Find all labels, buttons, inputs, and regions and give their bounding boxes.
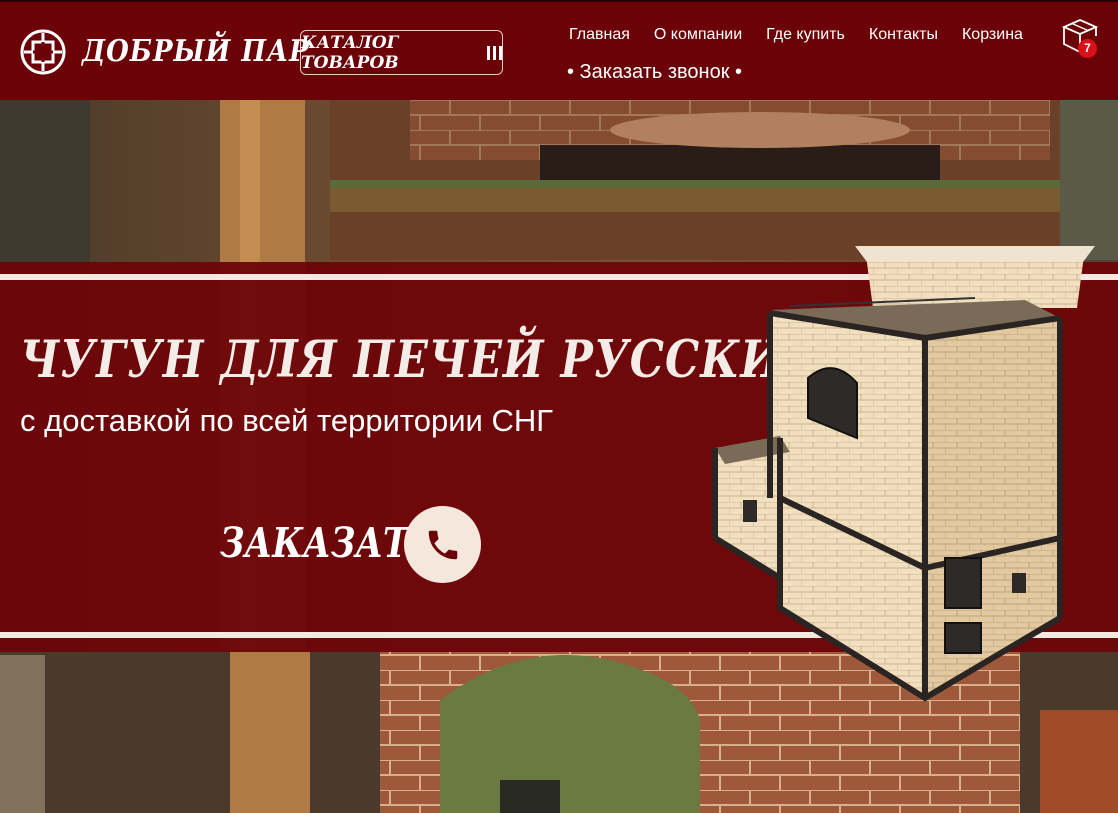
call-button[interactable] — [404, 506, 481, 583]
nav-link-home[interactable]: Главная — [569, 26, 630, 44]
logo-text: ДОБРЫЙ ПАР — [82, 34, 310, 70]
catalog-button-label: КАТАЛОГ ТОВАРОВ — [301, 32, 399, 73]
hero-subtitle: с доставкой по всей территории СНГ — [20, 403, 554, 438]
cart-count-badge: 7 — [1078, 39, 1097, 58]
nav-link-contacts[interactable]: Контакты — [869, 26, 938, 44]
phone-icon — [428, 530, 457, 559]
catalog-button[interactable]: КАТАЛОГ ТОВАРОВ — [300, 30, 503, 75]
nav-link-cart[interactable]: Корзина — [962, 26, 1023, 44]
main-nav: Главная О компании Где купить Контакты К… — [569, 26, 1047, 44]
nav-link-where-to-buy[interactable]: Где купить — [766, 26, 845, 44]
stove-product-image — [712, 246, 1095, 702]
site-header: ДОБРЫЙ ПАР КАТАЛОГ ТОВАРОВ Главная О ком… — [0, 0, 1118, 100]
logo-knot-icon — [20, 29, 66, 75]
logo[interactable]: ДОБРЫЙ ПАР — [20, 29, 310, 75]
nav-link-about[interactable]: О компании — [654, 26, 742, 44]
menu-bars-icon — [487, 45, 502, 60]
callback-link[interactable]: • Заказать звонок • — [567, 61, 742, 84]
